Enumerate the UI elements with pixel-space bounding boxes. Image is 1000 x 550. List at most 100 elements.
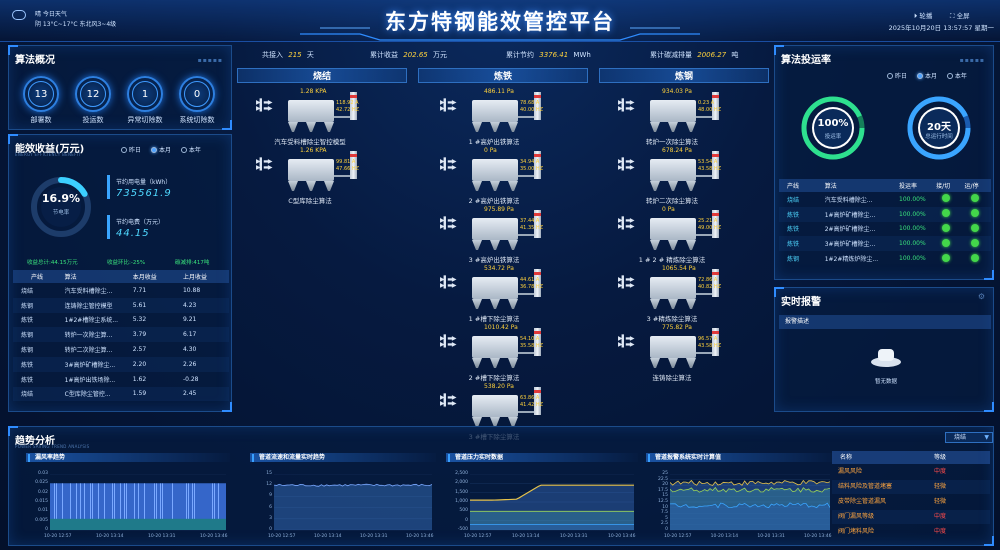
device-unit[interactable]: ▶▌▬▶ ▶▌▬▶ 1010.42 Pa 54.10 A 35.58 HZ 2 #槽下除尘… <box>434 324 554 382</box>
device-unit[interactable]: ▶▌▬▶ ▶▌▬▶ 1.26 KPA 99.81 A 47.66 HZ C型库除尘算法 <box>250 147 370 205</box>
y-tick-label: 6 <box>269 504 272 510</box>
rate-cell-rate: 100.00% <box>897 206 935 222</box>
segment-ironmaking-label: 炼铁 <box>493 72 512 82</box>
risk-list: 名称 等级 漏风风险 中度 结料风险及管道堵塞 轻微 皮带除尘管道漏风 轻微 阀门漏风等级中… <box>832 451 990 541</box>
frequency-value: 43.58 HZ <box>698 166 722 172</box>
device-name: 1 #高炉出铁算法 <box>468 138 520 146</box>
risk-row[interactable]: 阀门漏风等级 中度 <box>832 510 990 524</box>
rate-table-row[interactable]: 炼铁 1#高炉矿槽除尘... 100.00% <box>779 206 991 222</box>
rate-cell-algo: 3#高炉矿槽除尘... <box>822 236 897 252</box>
energy-cell-line: 烧结 <box>21 287 34 295</box>
deploy-count[interactable]: 13 <box>23 76 59 112</box>
segment-steelmaking[interactable]: 炼钢 <box>599 68 769 83</box>
risk-level: 中度 <box>934 528 947 535</box>
energy-table-row[interactable]: 炼钢 转炉一次除尘算... 3.79 6.17 <box>13 327 229 343</box>
energy-table-row[interactable]: 炼铁 1#高炉出铁场除... 1.62 -0.28 <box>13 372 229 387</box>
energy-period-toggle[interactable]: 昨日 本月 本年 <box>121 145 201 154</box>
y-tick-label: 25 <box>662 471 668 476</box>
rate-period-toggle[interactable]: 昨日 本月 本年 <box>887 71 967 80</box>
saving-rate-value: 16.9% <box>41 192 81 205</box>
device-unit[interactable]: ▶▌▬▶ ▶▌▬▶ 934.03 Pa 0.23 A 48.00 HZ 转炉一次除尘算法 <box>612 88 732 146</box>
risk-row[interactable]: 皮带除尘管道漏风 轻微 <box>832 495 990 509</box>
y-tick-label: 22.5 <box>657 476 668 482</box>
hopper-icon <box>472 358 518 368</box>
weather-icon <box>12 10 26 20</box>
risk-col-name: 名称 <box>840 454 853 461</box>
risk-level: 中度 <box>934 468 947 475</box>
energy-table-row[interactable]: 烧结 C型库除尘管控... 1.59 2.45 <box>13 386 229 402</box>
alarm-settings-icon[interactable]: ⚙ <box>978 292 985 301</box>
segment-ironmaking[interactable]: 炼铁 <box>418 68 588 83</box>
chimney-icon <box>534 387 541 415</box>
empty-data-icon <box>869 345 903 369</box>
device-unit[interactable]: ▶▌▬▶ ▶▌▬▶ 775.82 Pa 96.57 A 43.58 HZ 连铸除尘算法 <box>612 324 732 382</box>
hopper-icon <box>650 181 696 191</box>
device-name: 1 #槽下除尘算法 <box>468 315 520 323</box>
chart-plot <box>470 474 634 531</box>
dust-collector-icon <box>288 100 334 122</box>
y-tick-label: 9 <box>269 493 272 499</box>
energy-table-row[interactable]: 炼钢 连铸除尘管控模型 5.61 4.23 <box>13 297 229 313</box>
chart-plot <box>274 474 432 531</box>
rate-col-rate: 投运率 <box>897 179 935 192</box>
y-tick-label: 0.03 <box>37 471 48 476</box>
energy-cell-line: 炼钢 <box>13 327 57 343</box>
energy-cell-last-month: 2.45 <box>180 386 229 402</box>
rate-table-row[interactable]: 炼铁 3#高炉矿槽除尘... 100.00% <box>779 236 991 252</box>
device-unit[interactable]: ▶▌▬▶ ▶▌▬▶ 0 Pa 34.94 A 35.00 HZ 2 #高炉出铁算法 <box>434 147 554 205</box>
option-year[interactable]: 本年 <box>180 147 201 154</box>
fee-label: 节约电费（万元） <box>116 219 165 226</box>
risk-row[interactable]: 漏风风险 中度 <box>832 465 990 479</box>
system-cut-count[interactable]: 0 <box>179 76 215 112</box>
option-month[interactable]: 本月 <box>150 147 171 154</box>
risk-row[interactable]: 阀门堵料风险 中度 <box>832 525 990 539</box>
segment-sintering[interactable]: 烧结 <box>237 68 407 83</box>
fullscreen-button[interactable]: ⛶ 全屏 <box>950 10 970 21</box>
device-unit[interactable]: ▶▌▬▶ ▶▌▬▶ 678.24 Pa 53.54 A 43.58 HZ 转炉二次除尘算法 <box>612 147 732 205</box>
dust-collector-icon <box>650 159 696 181</box>
trend-line-select[interactable]: 烧结 ▼ <box>945 432 993 443</box>
energy-table-row[interactable]: 炼钢 转炉二次除尘算... 2.57 4.30 <box>13 342 229 357</box>
abnormal-cut-count[interactable]: 1 <box>127 76 163 112</box>
radio-selected-icon <box>150 147 157 153</box>
frequency-value: 35.58 HZ <box>520 343 544 349</box>
rate-option-month-label: 本月 <box>924 73 937 80</box>
y-tick-label: 1,500 <box>455 489 468 495</box>
trend-select-value: 烧结 <box>954 434 967 441</box>
risk-row[interactable]: 结料风险及管道堵塞 轻微 <box>832 480 990 494</box>
hopper-icon <box>472 181 518 191</box>
device-unit[interactable]: ▶▌▬▶ ▶▌▬▶ 486.11 Pa 78.68 A 40.00 HZ 1 #高炉出铁算… <box>434 88 554 146</box>
carousel-button[interactable]: ⏵ 轮播 <box>914 10 932 21</box>
device-unit[interactable]: ▶▌▬▶ ▶▌▬▶ 1.28 KPA 118.92 A 42.72 HZ 汽车受料槽除尘智… <box>250 88 370 146</box>
frequency-value: 40.00 HZ <box>520 107 544 113</box>
device-unit[interactable]: ▶▌▬▶ ▶▌▬▶ 534.72 Pa 44.61 A 36.78 HZ 1 #槽下除尘算… <box>434 265 554 323</box>
rate-table-row[interactable]: 炼钢 1#2#精炼炉除尘... 100.00% <box>779 251 991 266</box>
dust-collector-icon <box>650 100 696 122</box>
energy-table-row[interactable]: 炼铁 3#高炉矿槽除尘... 2.20 2.26 <box>13 356 229 372</box>
energy-table-row[interactable]: 烧结 汽车受料槽除尘... 7.71 10.88 <box>13 283 229 298</box>
option-yesterday[interactable]: 昨日 <box>121 147 141 154</box>
device-unit[interactable]: ▶▌▬▶ ▶▌▬▶ 1065.54 Pa 72.86 A 40.82 HZ 3 #精炼除尘… <box>612 265 732 323</box>
algo-overview-panel: 算法概况 ▪▪▪▪▪ 13 12 1 0 部署数 投运数 异常切除数 系统切除数 <box>8 45 232 130</box>
status-on-icon <box>942 223 951 232</box>
radio-icon <box>180 147 187 153</box>
risk-name: 阀门漏风等级 <box>838 513 875 520</box>
y-tick-label: 2,500 <box>455 471 468 476</box>
rate-option-month[interactable]: 本月 <box>916 73 937 80</box>
rate-table-row[interactable]: 炼铁 2#高炉矿槽除尘... 100.00% <box>779 222 991 237</box>
fan-icon: ▶▌▬▶ ▶▌▬▶ <box>440 217 457 230</box>
device-unit[interactable]: ▶▌▬▶ ▶▌▬▶ 975.89 Pa 37.44 A 41.35 HZ 3 #高炉出铁算… <box>434 206 554 264</box>
algo-overview-title: 算法概况 <box>15 55 55 66</box>
running-count[interactable]: 12 <box>75 76 111 112</box>
device-unit[interactable]: ▶▌▬▶ ▶▌▬▶ 0 Pa 25.21 A 49.00 HZ 1 # 2 # 精炼除尘算… <box>612 206 732 264</box>
algo-rate-panel: 算法投运率 ▪▪▪▪▪ 昨日 本月 本年 100% 投运率 20天 总运行时间 … <box>774 45 994 280</box>
energy-cell-last-month: 2.26 <box>180 356 229 372</box>
fan-icon: ▶▌▬▶ ▶▌▬▶ <box>618 99 635 112</box>
rate-table-row[interactable]: 烧结 汽车受料槽除尘... 100.00% <box>779 192 991 207</box>
rate-option-year[interactable]: 本年 <box>946 73 967 80</box>
energy-table-row[interactable]: 炼铁 1#2#槽除尘系统... 5.32 9.21 <box>13 313 229 328</box>
y-tick-label: 0.02 <box>37 489 48 495</box>
rate-option-yesterday[interactable]: 昨日 <box>887 73 907 80</box>
dust-collector-icon <box>472 159 518 181</box>
hopper-icon <box>288 181 334 191</box>
